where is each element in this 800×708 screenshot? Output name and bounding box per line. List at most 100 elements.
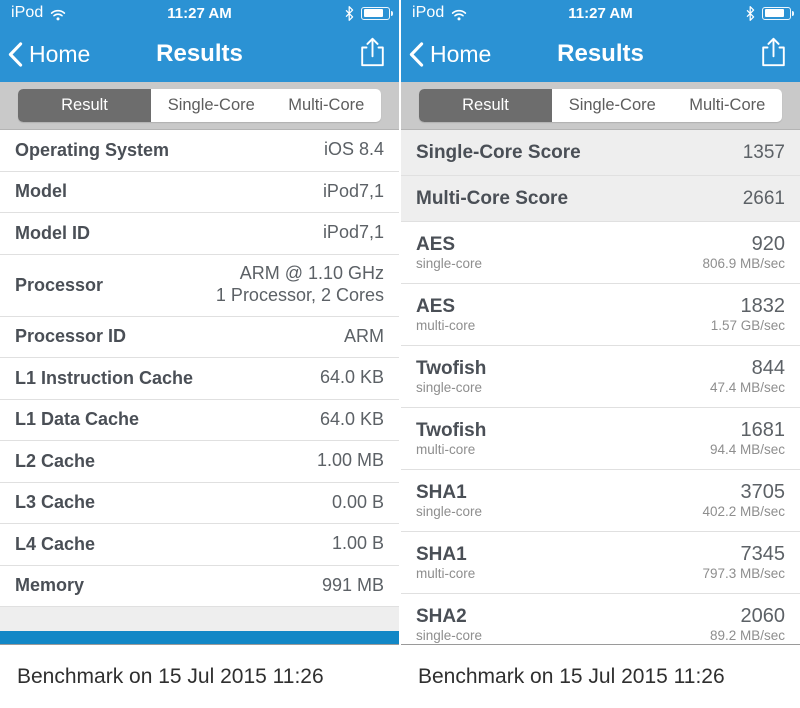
status-bar-time: 11:27 AM bbox=[167, 4, 232, 22]
table-row[interactable]: Processor ARM @ 1.10 GHz 1 Processor, 2 C… bbox=[0, 254, 399, 317]
status-bar-right bbox=[345, 0, 393, 26]
page-title: Results bbox=[156, 40, 243, 67]
benchmark-values: 920 806.9 MB/sec bbox=[702, 222, 785, 283]
bottom-accent-bar bbox=[0, 631, 399, 644]
benchmark-caption: Benchmark on 15 Jul 2015 11:26 bbox=[401, 644, 800, 708]
benchmark-table[interactable]: Single-Core Score 1357 Multi-Core Score 26… bbox=[401, 130, 800, 644]
segmented-control[interactable]: Result Single-Core Multi-Core bbox=[419, 89, 782, 122]
table-row[interactable]: Model iPod7,1 bbox=[0, 171, 399, 213]
table-footer-gap bbox=[0, 607, 399, 631]
row-key: Model bbox=[15, 181, 67, 202]
row-value: 1.00 B bbox=[331, 533, 384, 554]
benchmark-mode: single-core bbox=[416, 379, 483, 395]
table-row[interactable]: Model ID iPod7,1 bbox=[0, 213, 399, 255]
benchmark-labels: SHA2 single-core bbox=[416, 594, 482, 644]
share-button[interactable] bbox=[360, 26, 385, 82]
row-key: Model ID bbox=[15, 222, 90, 243]
benchmark-rate: 89.2 MB/sec bbox=[709, 628, 785, 644]
benchmark-name: Twofish bbox=[416, 357, 487, 379]
benchmark-values: 844 47.4 MB/sec bbox=[710, 346, 785, 407]
row-key: L2 Cache bbox=[15, 450, 96, 471]
benchmark-name: SHA2 bbox=[416, 605, 467, 627]
segmented-control[interactable]: Result Single-Core Multi-Core bbox=[18, 89, 381, 122]
benchmark-mode: single-core bbox=[416, 503, 483, 519]
tab-multi-core[interactable]: Multi-Core bbox=[673, 89, 782, 122]
benchmark-name: SHA1 bbox=[416, 543, 467, 565]
row-value: 0.00 B bbox=[331, 491, 384, 512]
benchmark-labels: Twofish single-core bbox=[416, 346, 486, 407]
benchmark-score: 3705 bbox=[740, 481, 786, 504]
benchmark-rate: 806.9 MB/sec bbox=[702, 256, 785, 272]
benchmark-caption-label: Benchmark on 15 Jul 2015 11:26 bbox=[17, 664, 324, 688]
table-row[interactable]: L4 Cache 1.00 B bbox=[0, 524, 399, 566]
benchmark-score: 844 bbox=[751, 357, 785, 380]
benchmark-score: 7345 bbox=[740, 543, 786, 566]
row-value: iPod7,1 bbox=[322, 180, 384, 201]
navigation-bar: Home Results bbox=[401, 26, 800, 82]
device-info-table[interactable]: Operating System iOS 8.4 Model iPod7,1 Mod… bbox=[0, 130, 399, 644]
benchmark-values: 3705 402.2 MB/sec bbox=[702, 470, 785, 531]
status-bar-time: 11:27 AM bbox=[568, 4, 633, 22]
bluetooth-icon bbox=[746, 5, 755, 21]
benchmark-name: AES bbox=[416, 295, 456, 317]
benchmark-mode: single-core bbox=[416, 627, 483, 643]
status-bar: iPod 11:27 AM bbox=[0, 0, 399, 26]
row-key: Processor bbox=[15, 274, 104, 295]
page-title: Results bbox=[557, 40, 644, 67]
row-value: 64.0 KB bbox=[319, 367, 384, 388]
tab-single-core[interactable]: Single-Core bbox=[151, 89, 272, 122]
benchmark-score: 1832 bbox=[740, 295, 786, 318]
table-row[interactable]: Single-Core Score 1357 bbox=[401, 130, 800, 176]
benchmark-labels: Twofish multi-core bbox=[416, 408, 486, 469]
tab-result[interactable]: Result bbox=[419, 89, 552, 122]
benchmark-mode: multi-core bbox=[416, 565, 476, 581]
benchmark-caption-label: Benchmark on 15 Jul 2015 11:26 bbox=[418, 664, 725, 688]
row-value: 991 MB bbox=[321, 574, 384, 595]
benchmark-labels: SHA1 multi-core bbox=[416, 532, 475, 593]
benchmark-mode: multi-core bbox=[416, 317, 476, 333]
tab-single-core[interactable]: Single-Core bbox=[552, 89, 673, 122]
table-row[interactable]: AES single-core 920 806.9 MB/sec bbox=[401, 222, 800, 284]
battery-icon bbox=[762, 6, 794, 20]
device-info-panel: iPod 11:27 AM Home Results Result Single… bbox=[0, 0, 399, 708]
table-row[interactable]: Operating System iOS 8.4 bbox=[0, 130, 399, 172]
benchmark-mode: multi-core bbox=[416, 441, 476, 457]
table-row[interactable]: L3 Cache 0.00 B bbox=[0, 482, 399, 524]
table-row[interactable]: L2 Cache 1.00 MB bbox=[0, 441, 399, 483]
table-row[interactable]: SHA1 multi-core 7345 797.3 MB/sec bbox=[401, 532, 800, 594]
share-icon bbox=[360, 37, 385, 72]
row-value: 1.00 MB bbox=[316, 450, 384, 471]
table-row[interactable]: SHA2 single-core 2060 89.2 MB/sec bbox=[401, 594, 800, 644]
navigation-bar: Home Results bbox=[0, 26, 399, 82]
share-icon bbox=[761, 37, 786, 72]
share-button[interactable] bbox=[761, 26, 786, 82]
table-row[interactable]: Processor ID ARM bbox=[0, 316, 399, 358]
table-row[interactable]: SHA1 single-core 3705 402.2 MB/sec bbox=[401, 470, 800, 532]
benchmark-caption: Benchmark on 15 Jul 2015 11:26 bbox=[0, 644, 399, 708]
benchmark-labels: AES multi-core bbox=[416, 284, 475, 345]
benchmark-labels: SHA1 single-core bbox=[416, 470, 482, 531]
row-key: Operating System bbox=[15, 139, 170, 160]
benchmark-rate: 1.57 GB/sec bbox=[710, 318, 785, 334]
row-value: ARM @ 1.10 GHz 1 Processor, 2 Cores bbox=[215, 263, 384, 305]
table-row[interactable]: Multi-Core Score 2661 bbox=[401, 176, 800, 222]
row-key: Multi-Core Score bbox=[416, 187, 569, 209]
benchmark-mode: single-core bbox=[416, 255, 483, 271]
benchmark-name: AES bbox=[416, 233, 456, 255]
tab-multi-core[interactable]: Multi-Core bbox=[272, 89, 381, 122]
row-value: 1357 bbox=[742, 141, 785, 163]
table-row[interactable]: AES multi-core 1832 1.57 GB/sec bbox=[401, 284, 800, 346]
row-value: ARM bbox=[344, 325, 384, 346]
row-key: Processor ID bbox=[15, 326, 127, 347]
battery-icon bbox=[361, 6, 393, 20]
table-row[interactable]: L1 Data Cache 64.0 KB bbox=[0, 399, 399, 441]
tab-result[interactable]: Result bbox=[18, 89, 151, 122]
table-row[interactable]: Memory 991 MB bbox=[0, 565, 399, 607]
table-row[interactable]: Twofish single-core 844 47.4 MB/sec bbox=[401, 346, 800, 408]
table-row[interactable]: Twofish multi-core 1681 94.4 MB/sec bbox=[401, 408, 800, 470]
table-row[interactable]: L1 Instruction Cache 64.0 KB bbox=[0, 358, 399, 400]
status-bar-right bbox=[746, 0, 794, 26]
row-key: Single-Core Score bbox=[416, 141, 581, 163]
benchmark-values: 7345 797.3 MB/sec bbox=[702, 532, 785, 593]
benchmark-values: 1832 1.57 GB/sec bbox=[711, 284, 785, 345]
